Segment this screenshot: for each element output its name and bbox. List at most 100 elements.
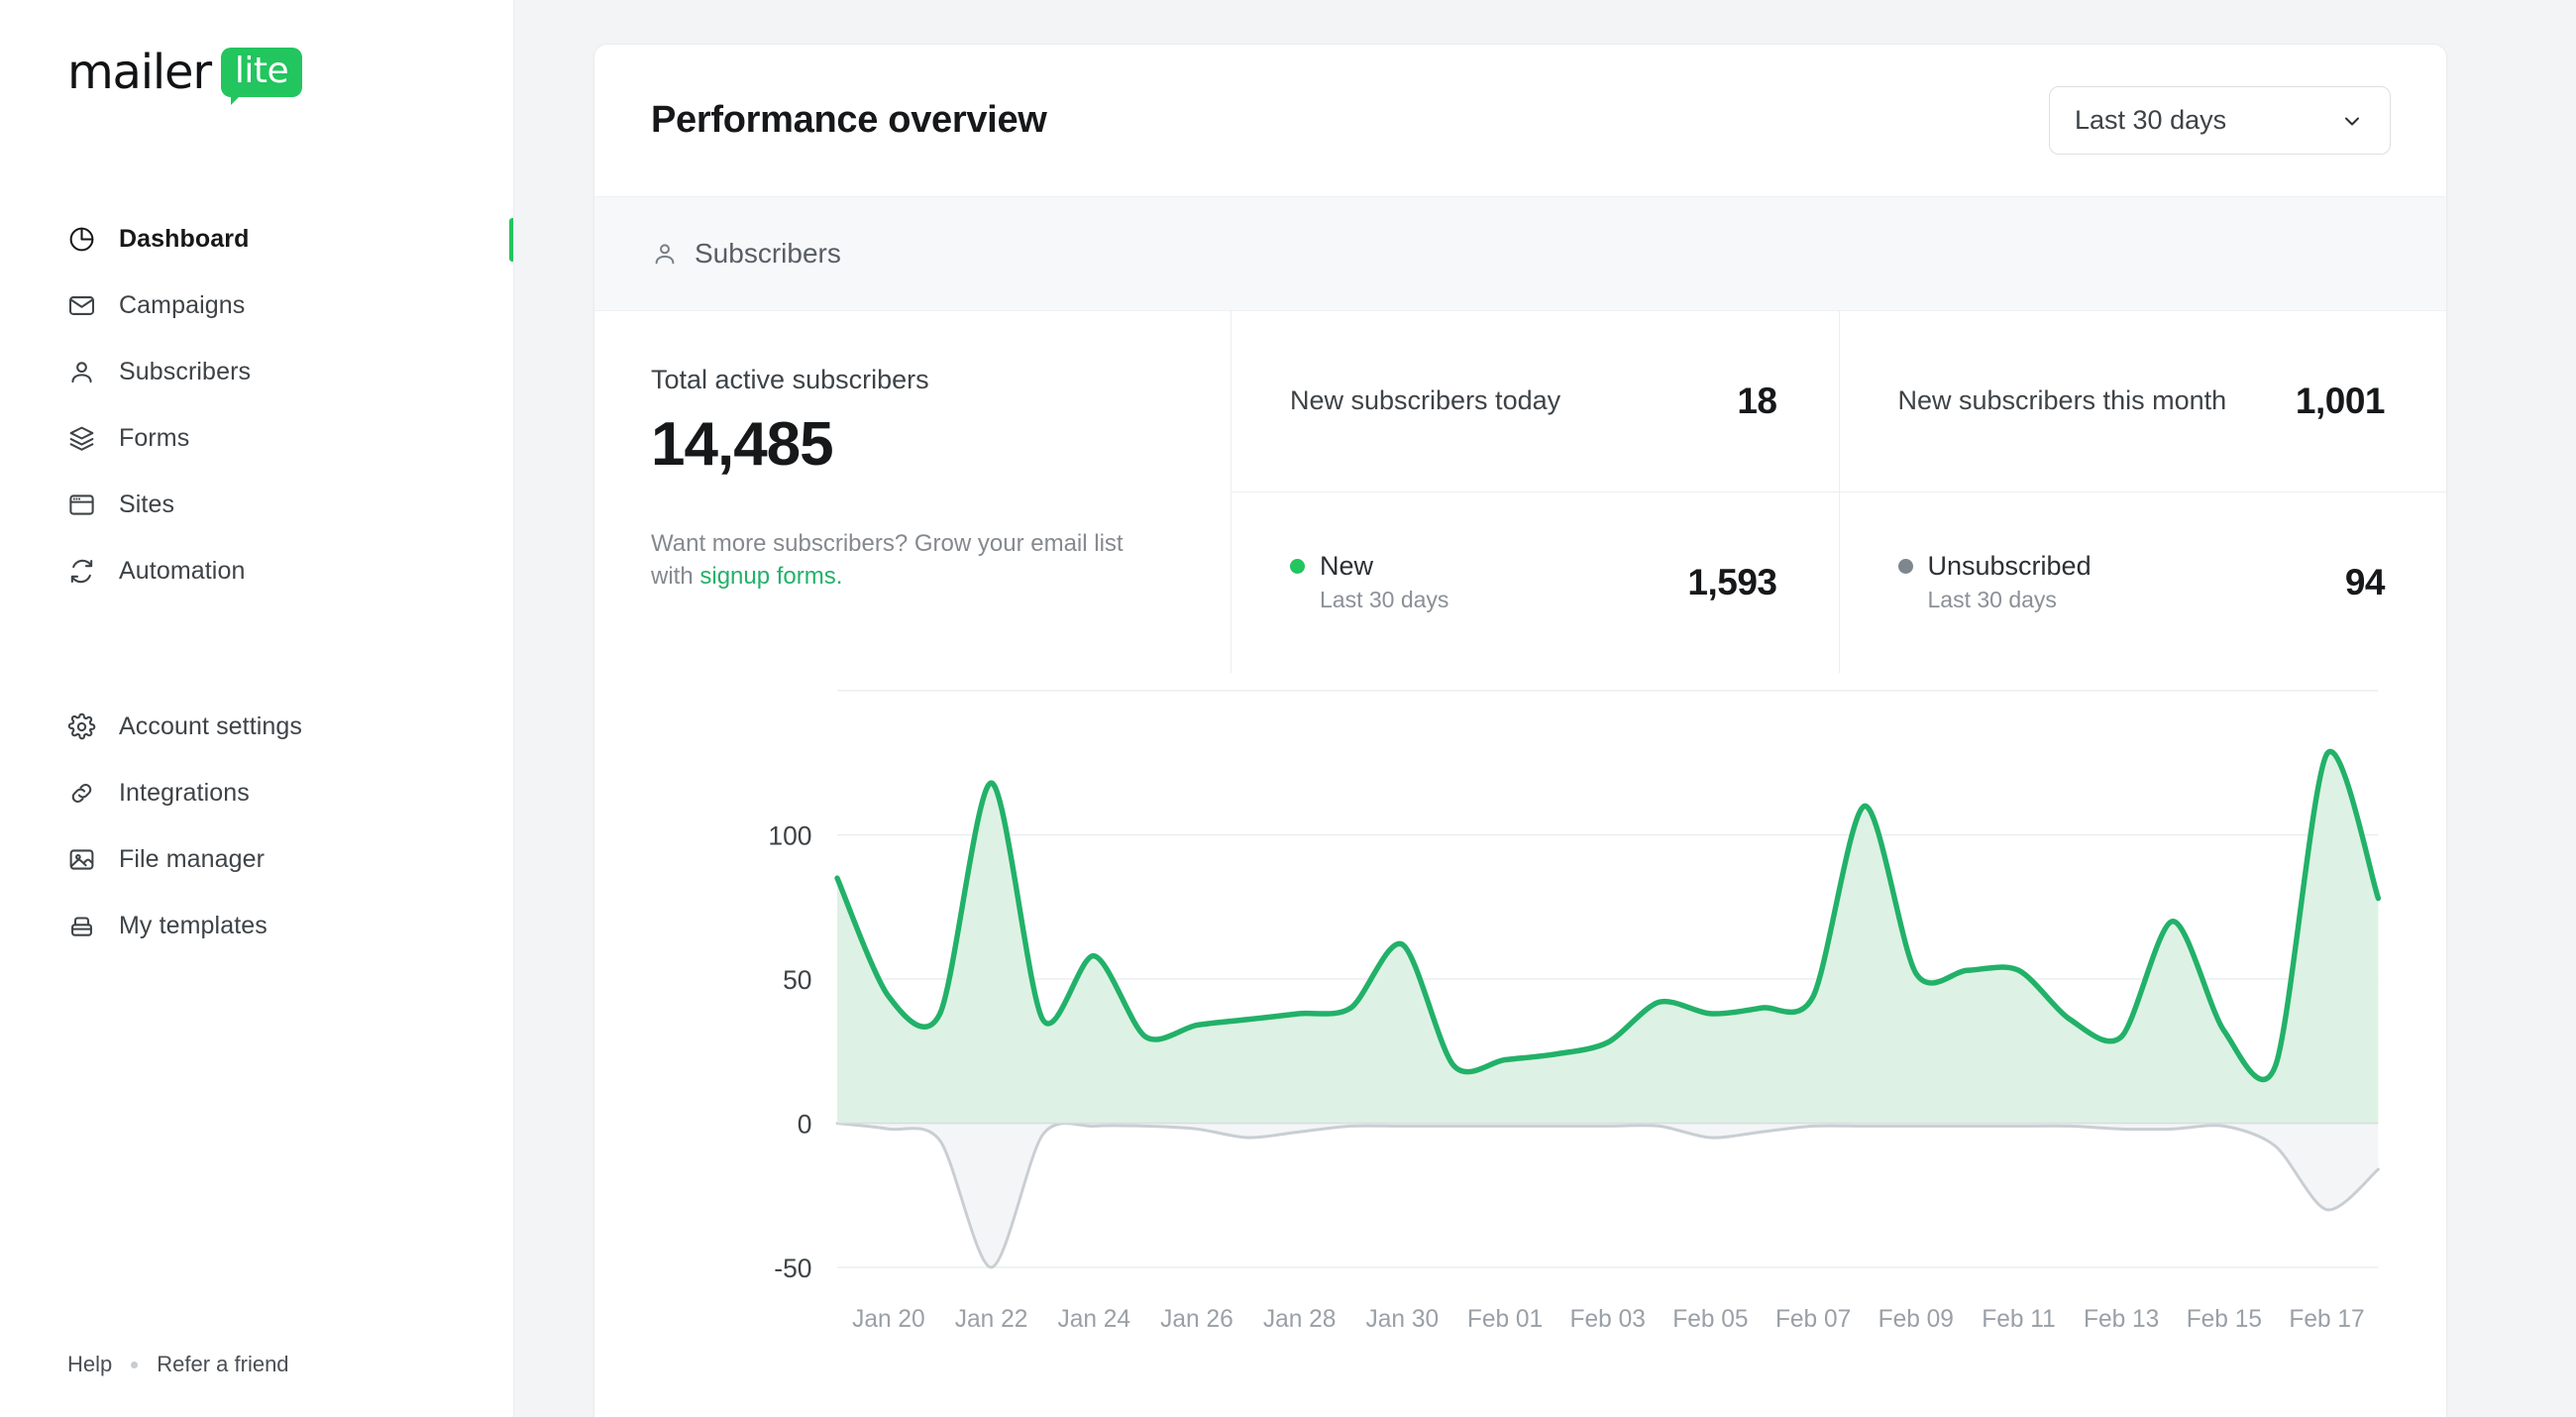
x-axis-tick-label: Feb 09	[1878, 1306, 1954, 1333]
x-axis-tick-label: Feb 17	[2289, 1306, 2364, 1333]
subscribers-chart[interactable]: -50 0 50 100 Jan 20 Jan 22 Jan 24 Jan 26 Jan 28 J…	[594, 673, 2446, 1366]
date-range-value: Last 30 days	[2075, 105, 2227, 135]
stat-value: 18	[1737, 380, 1777, 421]
envelope-icon	[67, 291, 96, 320]
sidebar-item-my-templates[interactable]: My templates	[0, 893, 514, 959]
x-axis-tick-label: Feb 03	[1570, 1306, 1646, 1333]
stat-label: New subscribers this month	[1897, 385, 2227, 416]
x-axis-tick-label: Feb 01	[1467, 1306, 1543, 1333]
stat-value: 1,001	[2295, 380, 2386, 421]
image-icon	[67, 845, 96, 874]
stats-grid: Total active subscribers 14,485 Want mor…	[594, 311, 2446, 673]
x-axis-tick-label: Feb 15	[2187, 1306, 2262, 1333]
sidebar-item-file-manager[interactable]: File manager	[0, 826, 514, 893]
legend-name: New	[1320, 551, 1374, 582]
y-axis-tick-label: 100	[768, 820, 811, 850]
legend-period: Last 30 days	[1320, 587, 1449, 613]
legend-period: Last 30 days	[1927, 587, 2057, 613]
logo-text-mailer: mailer	[67, 45, 212, 101]
total-active-subscribers-card: Total active subscribers 14,485 Want mor…	[594, 311, 1232, 673]
x-axis-tick-label: Feb 11	[1982, 1306, 2055, 1333]
date-range-select[interactable]: Last 30 days	[2049, 86, 2391, 155]
legend-label-group: Unsubscribed Last 30 days	[1897, 551, 2092, 613]
new-subscribers-today-cell: New subscribers today 18	[1232, 311, 1839, 492]
sidebar-item-account-settings[interactable]: Account settings	[0, 694, 514, 760]
chevron-down-icon	[2340, 109, 2364, 133]
gear-icon	[67, 712, 96, 741]
y-axis-tick-label: -50	[774, 1254, 811, 1283]
stat-label: New subscribers today	[1290, 385, 1561, 416]
subscribers-section-header: Subscribers	[594, 196, 2446, 311]
app-root: mailer lite Dashboard Campaigns Subscrib…	[0, 0, 2576, 1417]
help-link[interactable]: Help	[67, 1352, 112, 1377]
x-axis-tick-label: Feb 13	[2084, 1306, 2159, 1333]
x-axis-tick-label: Jan 26	[1160, 1306, 1234, 1333]
legend-name: Unsubscribed	[1927, 551, 2092, 582]
stat-value: 1,593	[1687, 561, 1777, 602]
sidebar-footer: Help Refer a friend	[0, 1352, 514, 1417]
sidebar-item-label: Automation	[119, 557, 246, 585]
sidebar-item-dashboard[interactable]: Dashboard	[0, 206, 514, 272]
stats-right-column: New subscribers today 18 New subscribers…	[1232, 311, 2446, 673]
legend-top-row: Unsubscribed	[1897, 551, 2092, 582]
drawer-icon	[67, 912, 96, 940]
footer-dot-separator	[131, 1361, 139, 1368]
link-icon	[67, 779, 96, 808]
chart-canvas: -50 0 50 100 Jan 20 Jan 22 Jan 24 Jan 26 Jan 28 J…	[768, 690, 2382, 1333]
card-header: Performance overview Last 30 days	[594, 45, 2446, 196]
sidebar-item-campaigns[interactable]: Campaigns	[0, 272, 514, 339]
x-axis-tick-label: Jan 24	[1057, 1306, 1130, 1333]
y-axis-tick-label: 50	[783, 965, 811, 995]
user-icon	[651, 240, 679, 268]
sidebar: mailer lite Dashboard Campaigns Subscrib…	[0, 0, 514, 1417]
sidebar-item-label: Campaigns	[119, 291, 246, 319]
legend-top-row: New	[1290, 551, 1449, 582]
x-axis-tick-label: Feb 07	[1775, 1306, 1851, 1333]
mailerlite-logo[interactable]: mailer lite	[67, 45, 514, 106]
total-subscribers-value: 14,485	[651, 410, 834, 479]
legend-dot-new-icon	[1290, 559, 1305, 575]
sidebar-item-label: Subscribers	[119, 358, 252, 385]
sidebar-item-label: File manager	[119, 845, 266, 873]
performance-overview-card: Performance overview Last 30 days Subscr…	[593, 44, 2447, 1417]
refer-a-friend-link[interactable]: Refer a friend	[157, 1352, 288, 1377]
x-axis-tick-label: Jan 30	[1366, 1306, 1440, 1333]
stat-value: 94	[2344, 561, 2386, 602]
x-axis-tick-label: Jan 28	[1263, 1306, 1337, 1333]
active-indicator	[509, 218, 514, 262]
layers-icon	[67, 424, 96, 453]
sidebar-item-label: Account settings	[119, 712, 303, 740]
legend-dot-unsubscribed-icon	[1897, 559, 1913, 575]
page-title: Performance overview	[651, 99, 1047, 141]
sidebar-secondary-nav: Account settings Integrations File manag…	[0, 694, 514, 959]
sidebar-item-subscribers[interactable]: Subscribers	[0, 339, 514, 405]
unsubscribed-legend-cell: Unsubscribed Last 30 days 94	[1838, 491, 2447, 673]
main-content: Performance overview Last 30 days Subscr…	[514, 0, 2576, 1417]
sidebar-item-label: Integrations	[119, 779, 250, 807]
signup-forms-note: Want more subscribers? Grow your email l…	[651, 527, 1166, 593]
user-icon	[67, 358, 96, 386]
signup-forms-link[interactable]: signup forms.	[699, 563, 842, 590]
sidebar-item-label: Forms	[119, 424, 190, 452]
refresh-icon	[67, 557, 96, 586]
section-label: Subscribers	[695, 238, 841, 269]
sidebar-primary-nav: Dashboard Campaigns Subscribers Forms Si…	[0, 206, 514, 604]
new-subscribers-this-month-cell: New subscribers this month 1,001	[1838, 311, 2446, 492]
sidebar-item-sites[interactable]: Sites	[0, 472, 514, 538]
x-axis-tick-label: Jan 22	[955, 1306, 1028, 1333]
sidebar-item-integrations[interactable]: Integrations	[0, 760, 514, 826]
sidebar-item-label: Dashboard	[119, 225, 250, 253]
pie-chart-icon	[67, 225, 96, 254]
total-subscribers-caption: Total active subscribers	[651, 365, 929, 394]
stats-row-top: New subscribers today 18 New subscribers…	[1232, 311, 2446, 492]
logo-badge-lite: lite	[220, 48, 303, 106]
x-axis-tick-label: Jan 20	[852, 1306, 925, 1333]
new-subscribers-legend-cell: New Last 30 days 1,593	[1232, 492, 1839, 674]
logo-wrapper: mailer lite	[0, 0, 514, 149]
x-axis-tick-label: Feb 05	[1672, 1306, 1748, 1333]
sidebar-item-label: My templates	[119, 912, 268, 939]
sidebar-item-label: Sites	[119, 490, 175, 518]
sidebar-item-automation[interactable]: Automation	[0, 538, 514, 604]
sidebar-item-forms[interactable]: Forms	[0, 405, 514, 472]
